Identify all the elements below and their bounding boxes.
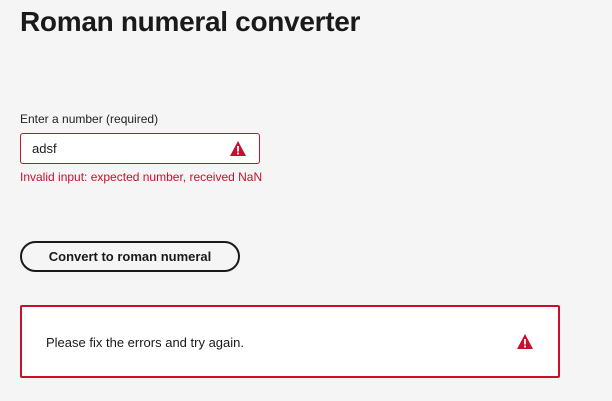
- number-field-error: Invalid input: expected number, received…: [20, 170, 263, 184]
- number-field: [20, 133, 260, 164]
- warning-triangle-icon: [517, 334, 533, 349]
- error-alert-message: Please fix the errors and try again.: [46, 335, 244, 350]
- error-alert: Please fix the errors and try again.: [20, 305, 560, 378]
- page-title: Roman numeral converter: [20, 6, 361, 37]
- convert-button[interactable]: Convert to roman numeral: [20, 241, 240, 272]
- warning-triangle-icon: [230, 141, 246, 156]
- number-input[interactable]: [21, 134, 221, 163]
- page: Roman numeral converter Enter a number (…: [0, 0, 612, 401]
- number-field-label: Enter a number (required): [20, 112, 159, 126]
